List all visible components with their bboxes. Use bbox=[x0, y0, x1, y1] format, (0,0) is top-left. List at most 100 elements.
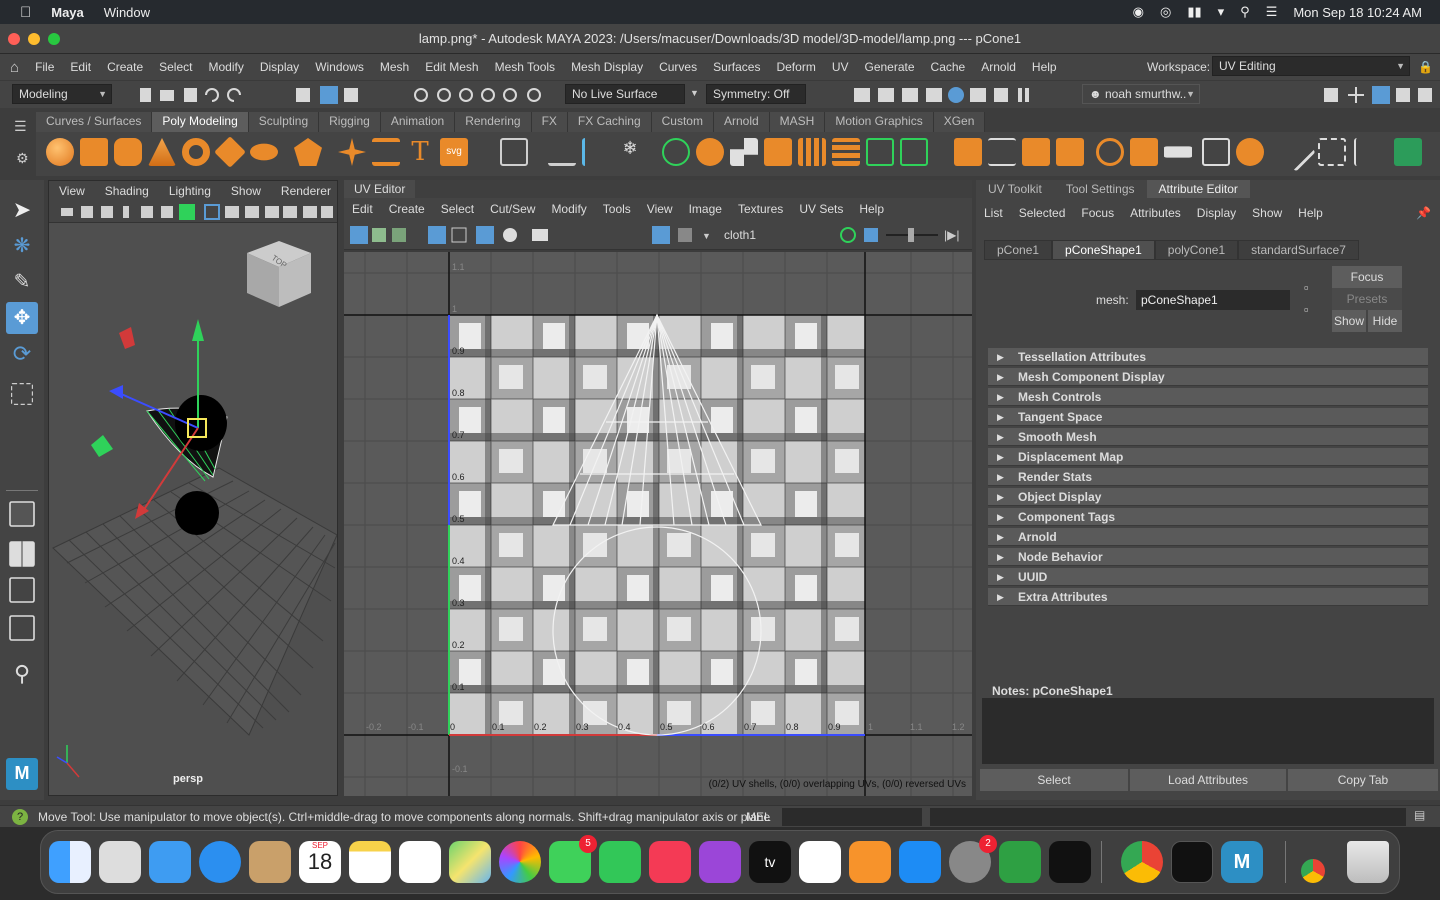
uv-menu-uv-sets[interactable]: UV Sets bbox=[791, 198, 851, 220]
separate-icon[interactable] bbox=[696, 138, 724, 166]
poly-cone-icon[interactable] bbox=[148, 138, 176, 166]
mail-icon[interactable] bbox=[149, 841, 191, 883]
combine-icon[interactable] bbox=[662, 138, 690, 166]
minimize-window-button[interactable] bbox=[28, 33, 40, 45]
bounding-box-icon[interactable] bbox=[1318, 138, 1346, 166]
rotate-tool-icon[interactable]: ⟳ bbox=[6, 338, 38, 370]
file-and-selection-icons[interactable] bbox=[136, 85, 556, 105]
airdrop-icon[interactable]: ◎ bbox=[1160, 4, 1171, 20]
load-attributes-button[interactable]: Load Attributes bbox=[1130, 769, 1286, 791]
tab-attribute-editor[interactable]: Attribute Editor bbox=[1146, 180, 1250, 198]
section-object-display[interactable]: ▶ Object Display bbox=[988, 488, 1428, 506]
system-settings-icon[interactable]: 2 bbox=[949, 835, 997, 883]
quad-draw-icon[interactable] bbox=[1096, 138, 1124, 166]
scale-tool-icon[interactable] bbox=[10, 382, 34, 406]
tab-tool-settings[interactable]: Tool Settings bbox=[1054, 180, 1147, 198]
chrome-download-icon[interactable] bbox=[1301, 859, 1325, 883]
section-displacement-map[interactable]: ▶ Displacement Map bbox=[988, 448, 1428, 466]
help-icon[interactable]: ? bbox=[12, 809, 28, 825]
outliner-layout-icon[interactable] bbox=[9, 615, 35, 641]
ae-menu-attributes[interactable]: Attributes bbox=[1122, 202, 1189, 224]
messages-icon[interactable]: 5 bbox=[549, 835, 597, 883]
app-menu[interactable]: Maya bbox=[41, 5, 94, 20]
section-tangent-space[interactable]: ▶ Tangent Space bbox=[988, 408, 1428, 426]
exposure-controls[interactable]: |▶| bbox=[838, 224, 968, 246]
notes-textarea[interactable] bbox=[982, 698, 1434, 764]
node-tab-pconeshape1[interactable]: pConeShape1 bbox=[1052, 240, 1155, 260]
mesh-name-field[interactable]: pConeShape1 bbox=[1136, 290, 1290, 310]
trash-icon[interactable] bbox=[1347, 841, 1389, 883]
paint-tool-icon[interactable] bbox=[1276, 132, 1316, 172]
menu-uv[interactable]: UV bbox=[824, 60, 857, 74]
lock-icon[interactable]: 🔒 bbox=[1418, 60, 1433, 74]
bridge-icon[interactable] bbox=[832, 138, 860, 166]
poly-cube-icon[interactable] bbox=[80, 138, 108, 166]
render-toolbar-icons[interactable] bbox=[850, 85, 1050, 105]
control-center-icon[interactable]: ☰ bbox=[1266, 4, 1278, 20]
ae-menu-selected[interactable]: Selected bbox=[1011, 202, 1074, 224]
capcut-icon[interactable] bbox=[1049, 841, 1091, 883]
ae-menu-focus[interactable]: Focus bbox=[1073, 202, 1122, 224]
extrude-icon[interactable] bbox=[900, 138, 928, 166]
paint-select-tool-icon[interactable]: ✎ bbox=[6, 266, 38, 298]
shelf-settings-icon[interactable]: ⚙ bbox=[16, 150, 29, 167]
maya-dock-icon[interactable]: M bbox=[1221, 841, 1263, 883]
poly-cylinder-icon[interactable] bbox=[114, 138, 142, 166]
uv-menu-modify[interactable]: Modify bbox=[543, 198, 594, 220]
books-icon[interactable] bbox=[849, 841, 891, 883]
menu-edit-mesh[interactable]: Edit Mesh bbox=[417, 60, 486, 74]
view-cube-icon[interactable]: TOP bbox=[247, 241, 311, 307]
menu-mesh[interactable]: Mesh bbox=[372, 60, 417, 74]
podcasts-icon[interactable] bbox=[699, 841, 741, 883]
uv-menu-create[interactable]: Create bbox=[381, 198, 433, 220]
target-weld-icon[interactable] bbox=[1022, 138, 1050, 166]
section-arnold[interactable]: ▶ Arnold bbox=[988, 528, 1428, 546]
single-pane-layout-icon[interactable] bbox=[9, 501, 35, 527]
poly-sphere-icon[interactable] bbox=[46, 138, 74, 166]
super-shape-icon[interactable] bbox=[338, 138, 366, 166]
menu-display[interactable]: Display bbox=[252, 60, 307, 74]
go-to-input-icon[interactable]: ▫ bbox=[1304, 280, 1309, 295]
shelf-tab-fx-caching[interactable]: FX Caching bbox=[567, 112, 652, 132]
calendar-icon[interactable]: SEP 18 bbox=[299, 841, 341, 883]
chevron-down-icon[interactable]: ▼ bbox=[690, 88, 699, 98]
type-text-icon[interactable]: T bbox=[406, 138, 434, 166]
uv-menu-view[interactable]: View bbox=[639, 198, 681, 220]
user-account-dropdown[interactable]: ☻ noah smurthw.. ▼ bbox=[1082, 84, 1200, 104]
camera-based-uv-icon[interactable] bbox=[548, 138, 576, 166]
menu-mesh-tools[interactable]: Mesh Tools bbox=[487, 60, 563, 74]
script-editor-icon[interactable]: ▤ bbox=[1414, 808, 1425, 822]
uv-editor-tab[interactable]: UV Editor bbox=[344, 180, 416, 198]
home-icon[interactable]: ⌂ bbox=[0, 59, 27, 76]
uv-menu-textures[interactable]: Textures bbox=[730, 198, 791, 220]
viewport-menu-view[interactable]: View bbox=[49, 181, 95, 201]
shelf-tab-poly-modeling[interactable]: Poly Modeling bbox=[152, 112, 249, 132]
shelf-tab-xgen[interactable]: XGen bbox=[933, 112, 986, 132]
texture-name-field[interactable]: cloth1 bbox=[724, 228, 756, 242]
app-store-icon[interactable] bbox=[899, 841, 941, 883]
ae-menu-display[interactable]: Display bbox=[1189, 202, 1244, 224]
pin-icon[interactable]: 📌 bbox=[1416, 206, 1431, 220]
shelf-menu-icon[interactable]: ☰ bbox=[14, 118, 27, 135]
uv-editor-icon[interactable] bbox=[500, 138, 528, 166]
command-line-input[interactable] bbox=[782, 808, 922, 826]
menu-surfaces[interactable]: Surfaces bbox=[705, 60, 768, 74]
move-tool-icon[interactable]: ✥ bbox=[6, 302, 38, 334]
section-mesh-controls[interactable]: ▶ Mesh Controls bbox=[988, 388, 1428, 406]
sculpt-icon[interactable] bbox=[1236, 138, 1264, 166]
reduce-icon[interactable] bbox=[1164, 146, 1192, 158]
hide-button[interactable]: Hide bbox=[1368, 310, 1402, 332]
viewport-toolbar-icons[interactable] bbox=[49, 201, 337, 223]
shelf-tab-arnold[interactable]: Arnold bbox=[713, 112, 770, 132]
ae-menu-help[interactable]: Help bbox=[1290, 202, 1331, 224]
maps-icon[interactable] bbox=[449, 841, 491, 883]
two-pane-layout-icon[interactable] bbox=[9, 577, 35, 603]
section-uuid[interactable]: ▶ UUID bbox=[988, 568, 1428, 586]
spotlight-icon[interactable]: ⚲ bbox=[1240, 4, 1250, 20]
section-smooth-mesh[interactable]: ▶ Smooth Mesh bbox=[988, 428, 1428, 446]
viewport-menu-shading[interactable]: Shading bbox=[95, 181, 159, 201]
menu-arnold[interactable]: Arnold bbox=[973, 60, 1024, 74]
shelf-tab-mash[interactable]: MASH bbox=[769, 112, 826, 132]
menu-deform[interactable]: Deform bbox=[768, 60, 823, 74]
shelf-tab-motion-graphics[interactable]: Motion Graphics bbox=[825, 112, 934, 132]
